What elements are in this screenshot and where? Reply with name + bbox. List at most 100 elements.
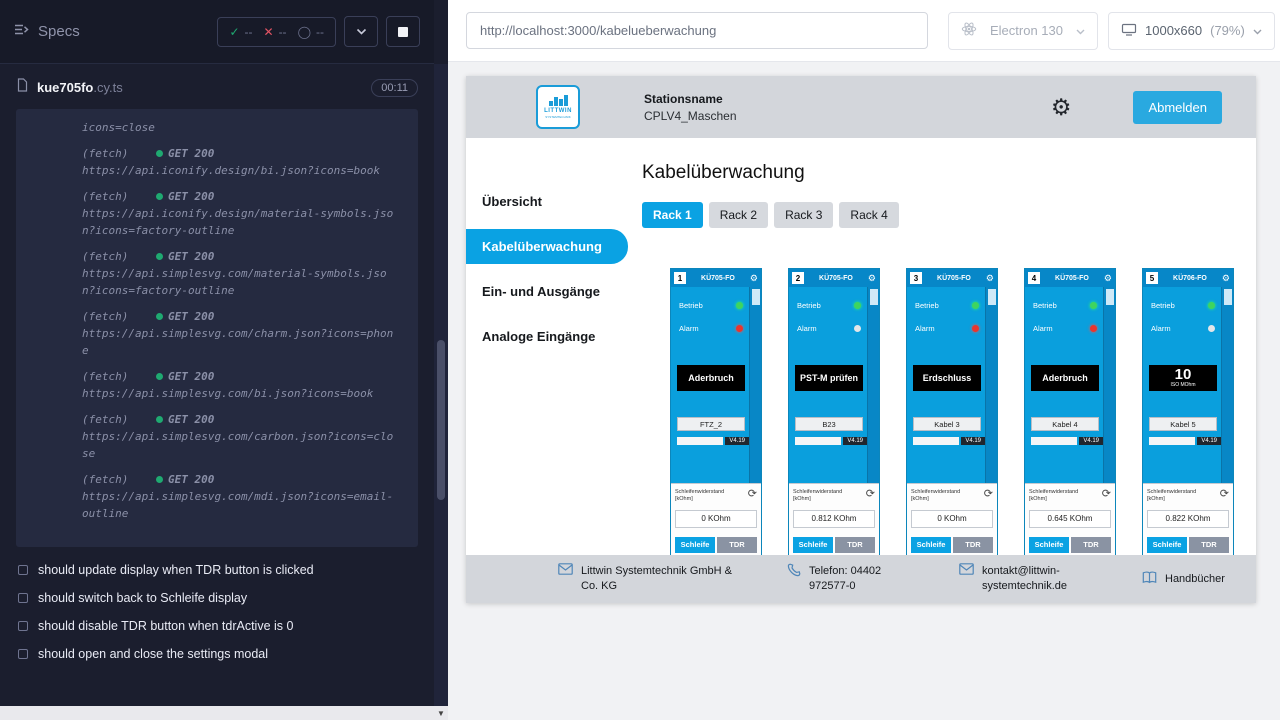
device-side-rail[interactable] [749, 287, 761, 483]
device-number-badge: 1 [674, 272, 686, 284]
betrieb-row: Betrieb [907, 301, 997, 310]
cable-name-field[interactable]: FTZ_2 [677, 417, 745, 431]
collapse-all-button[interactable] [344, 16, 378, 47]
stop-run-button[interactable] [386, 16, 420, 47]
tdr-button[interactable]: TDR [835, 537, 875, 553]
tdr-button[interactable]: TDR [717, 537, 757, 553]
device-settings-gear-icon[interactable]: ⚙ [868, 274, 876, 283]
runner-vertical-scrollbar[interactable] [434, 64, 448, 706]
passed-count: -- [245, 25, 253, 39]
test-item[interactable]: should switch back to Schleife display [18, 591, 418, 605]
cable-name-field[interactable]: B23 [795, 417, 863, 431]
fetch-type-label: (fetch) [82, 471, 156, 488]
rail-indicator [1106, 289, 1114, 305]
status-message: Aderbruch [688, 373, 734, 383]
test-item[interactable]: should disable TDR button when tdrActive… [18, 619, 418, 633]
refresh-icon[interactable]: ⟳ [1102, 489, 1111, 500]
log-continuation-line: icons=close [16, 119, 418, 136]
alarm-row: Alarm [907, 324, 997, 333]
scrollbar-down-arrow[interactable]: ▼ [434, 706, 448, 720]
test-item[interactable]: should update display when TDR button is… [18, 563, 418, 577]
refresh-icon[interactable]: ⟳ [748, 489, 757, 500]
device-side-rail[interactable] [867, 287, 879, 483]
device-card-header: 2KÜ705-FO⚙ [789, 269, 879, 287]
refresh-icon[interactable]: ⟳ [1220, 489, 1229, 500]
app-footer: Littwin Systemtechnik GmbH & Co. KG Telef… [466, 555, 1256, 603]
cable-name-field[interactable]: Kabel 3 [913, 417, 981, 431]
tab-rack-1[interactable]: Rack 1 [642, 202, 703, 228]
footer-item-kontakt-littwin-systemtechnik-de[interactable]: kontakt@littwin-systemtechnik.de [959, 564, 1104, 594]
url-input[interactable] [466, 12, 928, 49]
log-meta-line: (fetch)GET 200 [16, 368, 418, 385]
fetch-type-label: (fetch) [82, 188, 156, 205]
device-settings-gear-icon[interactable]: ⚙ [986, 274, 994, 283]
test-item[interactable]: should open and close the settings modal [18, 647, 418, 661]
schleife-button[interactable]: Schleife [1029, 537, 1069, 553]
device-settings-gear-icon[interactable]: ⚙ [1104, 274, 1112, 283]
station-label: Stationsname [644, 92, 737, 106]
schleife-button[interactable]: Schleife [675, 537, 715, 553]
request-status: GET 200 [168, 188, 214, 205]
footer-item-littwin[interactable]: Littwin Systemtechnik GmbH & Co. KG [558, 564, 749, 594]
schleife-button[interactable]: Schleife [1147, 537, 1187, 553]
device-settings-gear-icon[interactable]: ⚙ [1222, 274, 1230, 283]
spec-file-row[interactable]: kue705fo.cy.ts 00:11 [0, 64, 434, 107]
network-log-entry[interactable]: (fetch)GET 200https://api.iconify.design… [16, 145, 418, 179]
measurement-buttons: SchleifeTDR [675, 537, 757, 553]
network-log-entry[interactable]: (fetch)GET 200https://api.simplesvg.com/… [16, 368, 418, 402]
schleife-button[interactable]: Schleife [911, 537, 951, 553]
device-settings-gear-icon[interactable]: ⚙ [750, 274, 758, 283]
sidebar-item-bersicht[interactable]: Übersicht [466, 184, 628, 219]
cable-name-field[interactable]: Kabel 4 [1031, 417, 1099, 431]
tab-rack-2[interactable]: Rack 2 [709, 202, 768, 228]
status-message: Aderbruch [1042, 373, 1088, 383]
tab-rack-4[interactable]: Rack 4 [839, 202, 898, 228]
rail-indicator [988, 289, 996, 305]
footer-item-telefon[interactable]: Telefon: 04402 972577-0 [787, 564, 921, 594]
runner-horizontal-scrollbar[interactable] [0, 706, 434, 720]
settings-gear-icon[interactable]: ⚙ [1051, 96, 1072, 119]
device-status-display: Erdschluss [913, 365, 981, 391]
sidebar-item-ein-und-ausg-nge[interactable]: Ein- und Ausgänge [466, 274, 628, 309]
device-side-rail[interactable] [985, 287, 997, 483]
sidebar-item-kabel-berwachung[interactable]: Kabelüberwachung [466, 229, 628, 264]
device-model: KÜ705-FO [689, 275, 747, 282]
browser-selector[interactable]: Electron 130 [948, 12, 1098, 50]
version-bar [1031, 437, 1077, 445]
network-log-entry[interactable]: (fetch)GET 200https://api.iconify.design… [16, 188, 418, 239]
device-side-rail[interactable] [1103, 287, 1115, 483]
viewport-icon [1121, 22, 1137, 40]
tdr-button[interactable]: TDR [1189, 537, 1229, 553]
network-log-entry[interactable]: (fetch)GET 200https://api.simplesvg.com/… [16, 471, 418, 522]
request-status: GET 200 [168, 411, 214, 428]
alarm-led-icon [736, 325, 743, 332]
tdr-button[interactable]: TDR [953, 537, 993, 553]
network-log-entry[interactable]: (fetch)GET 200https://api.simplesvg.com/… [16, 248, 418, 299]
status-value: 10 [1175, 367, 1192, 382]
schleife-button[interactable]: Schleife [793, 537, 833, 553]
network-log-entry[interactable]: (fetch)GET 200https://api.simplesvg.com/… [16, 411, 418, 462]
cable-name-field[interactable]: Kabel 5 [1149, 417, 1217, 431]
scrollbar-thumb[interactable] [437, 340, 445, 500]
failed-icon: ✕ [264, 25, 274, 39]
pending-icon: ◯ [298, 25, 311, 39]
sidebar-item-analoge-eing-nge[interactable]: Analoge Eingänge [466, 319, 628, 354]
device-card-body: BetriebAlarmAderbruchFTZ_2V4.19 [671, 287, 761, 483]
tdr-button[interactable]: TDR [1071, 537, 1111, 553]
footer-item-handb-cher[interactable]: Handbücher [1142, 572, 1225, 587]
station-info: Stationsname CPLV4_Maschen [644, 92, 737, 123]
measurement-panel: Schleifenwiderstand [kOhm]⟳0.822 KOhmSch… [1143, 483, 1233, 555]
refresh-icon[interactable]: ⟳ [984, 489, 993, 500]
request-url: https://api.simplesvg.com/bi.json?icons=… [16, 385, 418, 402]
rail-indicator [752, 289, 760, 305]
logout-button[interactable]: Abmelden [1133, 91, 1222, 124]
specs-sidebar-toggle[interactable]: Specs [14, 23, 80, 40]
device-side-rail[interactable] [1221, 287, 1233, 483]
refresh-icon[interactable]: ⟳ [866, 489, 875, 500]
tab-rack-3[interactable]: Rack 3 [774, 202, 833, 228]
status-unit: ISO MOhm [1170, 383, 1195, 389]
viewport-size-selector[interactable]: 1000x660 (79%) [1108, 12, 1275, 50]
request-url: https://api.simplesvg.com/charm.json?ico… [16, 325, 418, 359]
network-log-entry[interactable]: (fetch)GET 200https://api.simplesvg.com/… [16, 308, 418, 359]
device-cards-row: 1KÜ705-FO⚙BetriebAlarmAderbruchFTZ_2V4.1… [638, 268, 1244, 555]
